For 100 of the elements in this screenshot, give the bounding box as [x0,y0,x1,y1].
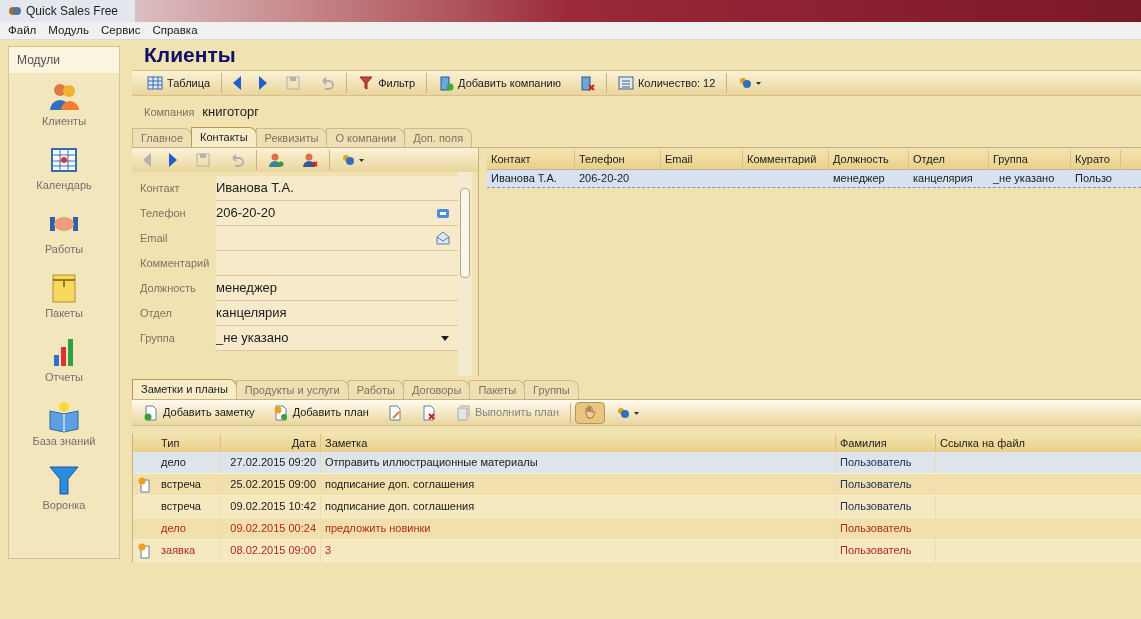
plan-icon [137,542,153,559]
table-cell: дело [157,518,221,539]
tab[interactable]: Реквизиты [255,128,328,147]
book-icon [47,399,81,433]
table-cell: 3 [321,540,836,561]
menu-item[interactable]: Файл [8,21,37,40]
dropdown-field[interactable]: _не указано [216,326,458,351]
field-label: Должность [140,281,197,297]
input-field[interactable] [216,251,458,276]
table-cell: подписание доп. соглашения [321,474,836,495]
input-field[interactable]: 206-20-20 [216,201,458,226]
envelope-icon [436,231,450,245]
table-cell: встреча [157,474,221,495]
tab[interactable]: Группы [524,380,579,399]
table-cell: предложить новинки [321,518,836,539]
save-icon [195,152,211,168]
table-cell: заявка [157,540,221,561]
input-field[interactable] [216,226,458,251]
input-field[interactable]: Иванова Т.А. [216,176,458,201]
table-cell: Пользователь [836,474,936,495]
column-header[interactable]: Группа [989,150,1071,169]
table-cell: Пользователь [836,518,936,539]
document-icon [454,404,471,421]
field-label: Телефон [140,206,187,222]
table-cell: 25.02.2015 09:00 [221,474,321,495]
table-row[interactable]: встреча 09.02.2015 10:42 подписание доп. соглашения Пользователь [133,496,1141,518]
app-logo-icon [8,4,22,18]
toolbar-button[interactable] [575,401,605,424]
module-button[interactable]: Клиенты [9,73,119,137]
column-header[interactable]: Должность [829,150,909,169]
menu-item[interactable]: Модуль [48,21,90,40]
column-header[interactable]: Отдел [909,150,989,169]
plan-add-icon [272,404,289,421]
table-cell: Отправить иллюстрационные материалы [321,452,836,473]
toolbar-button[interactable]: Добавить компанию [431,72,568,94]
tab[interactable]: Заметки и планы [132,379,237,399]
input-field[interactable]: менеджер [216,276,458,301]
table-cell: 09.02.2015 10:42 [221,496,321,517]
table-cell: Пользователь [836,496,936,517]
column-header[interactable]: Курато [1071,150,1121,169]
tab[interactable]: Главное [132,128,193,147]
toolbar-button[interactable]: Добавить заметку [136,401,262,424]
column-header[interactable]: Email [661,150,743,169]
tab[interactable]: Доп. поля [404,128,473,147]
scrollbar[interactable] [458,172,472,376]
field-label: Группа [140,331,176,347]
table-cell-text: менеджер [832,171,886,187]
person-add-icon [268,152,284,168]
table-row[interactable]: Иванова Т.А. 206-20-20 менеджер канцелярия _не указано Пользо [487,170,1141,188]
field-label: Email [140,231,169,247]
toolbar-button[interactable]: Таблица [140,72,218,94]
module-button[interactable]: Воронка [9,457,119,521]
field-label: Отдел [140,306,173,322]
table-icon [147,75,163,91]
tab[interactable]: Продукты и услуги [235,380,349,399]
module-button[interactable]: Пакеты [9,265,119,329]
input-field[interactable]: канцелярия [216,301,458,326]
undo-icon [319,75,336,91]
left-arrow-icon [233,76,242,90]
hand-icon [582,404,598,421]
company-name: книготорг [202,103,259,122]
column-header[interactable]: Комментарий [743,150,829,169]
funnel-icon [358,75,375,91]
field-label: Комментарий [140,256,211,272]
person-delete-icon [302,152,318,168]
plan-icon [137,476,153,493]
module-button[interactable]: Работы [9,201,119,265]
menu-item[interactable]: Справка [152,21,198,40]
module-button[interactable]: Отчеты [9,329,119,393]
table-cell-text: Пользо [1074,171,1113,187]
table-row[interactable]: заявка 08.02.2015 09:00 3 Пользователь [133,540,1141,562]
module-button[interactable]: Календарь [9,137,119,201]
table-cell: 08.02.2015 09:00 [221,540,321,561]
table-cell: Пользователь [836,452,936,473]
table-cell-text: Иванова Т.А. [490,171,558,187]
table-cell: 27.02.2015 09:20 [221,452,321,473]
table-cell-text: _не указано [992,171,1056,187]
save-icon [285,75,302,91]
people-dropdown-icon [341,152,365,168]
table-cell: 09.02.2015 00:24 [221,518,321,539]
note-delete-icon [420,404,437,421]
table-row[interactable]: дело 09.02.2015 00:24 предложить новинки Пользователь [133,518,1141,540]
note-add-icon [143,404,159,421]
toolbar-button[interactable]: Фильтр [351,72,423,94]
tab[interactable]: Договоры [402,380,471,399]
toolbar-button[interactable]: Добавить план [265,401,376,424]
undo-icon [229,152,245,168]
field-label: Контакт [140,181,181,197]
column-header[interactable]: Телефон [575,150,661,169]
table-row[interactable]: встреча 25.02.2015 09:00 подписание доп. соглашения Пользователь [133,474,1141,496]
module-button[interactable]: База знаний [9,393,119,457]
table-row[interactable]: дело 27.02.2015 09:20 Отправить иллюстрационные материалы Пользователь [133,452,1141,474]
column-header[interactable]: Контакт [487,150,575,169]
field-label: Компания [144,104,195,120]
tab[interactable]: Контакты [191,127,257,147]
toolbar-button[interactable]: Количество: 12 [610,72,723,94]
menu-item[interactable]: Сервис [101,21,141,40]
table-cell-text: 206-20-20 [578,171,631,187]
table-cell: подписание доп. соглашения [321,496,836,517]
table-cell: Пользователь [836,540,936,561]
